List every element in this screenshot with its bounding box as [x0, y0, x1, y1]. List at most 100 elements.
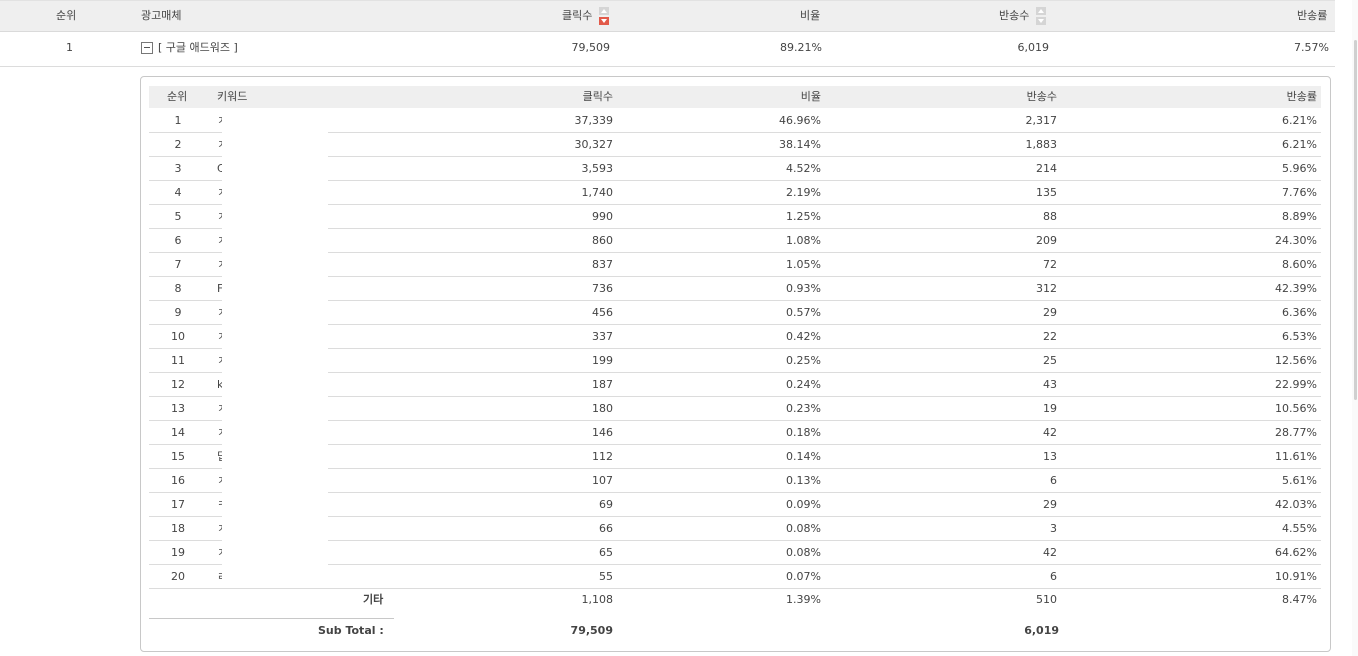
col-returns[interactable]: 반송수 — [999, 1, 1046, 31]
col-return-rate: 반송률 — [1297, 9, 1328, 22]
kw-rank: 15 — [171, 450, 185, 463]
kw-returns: 42 — [1043, 546, 1057, 559]
kw-rank: 19 — [171, 546, 185, 559]
kw-returns: 43 — [1043, 378, 1057, 391]
kw-clicks: 55 — [599, 570, 613, 583]
kw-col-rank: 순위 — [167, 90, 188, 103]
kw-ratio: 0.07% — [786, 570, 821, 583]
kw-return-rate: 6.36% — [1282, 306, 1317, 319]
col-ratio: 비율 — [800, 9, 821, 22]
sort-desc-icon[interactable] — [598, 6, 609, 26]
kw-ratio: 4.52% — [786, 162, 821, 175]
kw-returns: 13 — [1043, 450, 1057, 463]
kw-rank: 10 — [171, 330, 185, 343]
kw-ratio: 0.24% — [786, 378, 821, 391]
kw-returns: 6 — [1050, 570, 1057, 583]
subtotal-returns: 6,019 — [1024, 624, 1059, 637]
kw-return-rate: 6.21% — [1282, 114, 1317, 127]
kw-rank: 9 — [174, 306, 182, 319]
col-clicks[interactable]: 클릭수 — [562, 1, 609, 31]
kw-clicks: 66 — [599, 522, 613, 535]
kw-returns: 1,883 — [1025, 138, 1058, 151]
media-rank: 1 — [66, 41, 73, 54]
kw-returns: 29 — [1043, 306, 1057, 319]
col-media: 광고매체 — [141, 9, 182, 22]
kw-rank: 4 — [174, 186, 182, 199]
etc-rate: 8.47% — [1282, 593, 1317, 606]
kw-clicks: 990 — [592, 210, 613, 223]
kw-rank: 3 — [174, 162, 182, 175]
kw-col-returns: 반송수 — [1026, 90, 1057, 103]
kw-ratio: 0.57% — [786, 306, 821, 319]
kw-ratio: 0.14% — [786, 450, 821, 463]
kw-clicks: 337 — [592, 330, 613, 343]
etc-clicks: 1,108 — [581, 593, 614, 606]
kw-ratio: 0.23% — [786, 402, 821, 415]
media-returns: 6,019 — [1017, 41, 1050, 54]
kw-col-return-rate: 반송률 — [1286, 90, 1317, 103]
kw-clicks: 456 — [592, 306, 613, 319]
kw-ratio: 46.96% — [779, 114, 821, 127]
kw-return-rate: 8.89% — [1282, 210, 1317, 223]
media-return-rate: 7.57% — [1294, 41, 1329, 54]
kw-col-keyword: 키워드 — [217, 90, 248, 103]
kw-return-rate: 5.96% — [1282, 162, 1317, 175]
kw-return-rate: 24.30% — [1275, 234, 1317, 247]
media-row: 1 [ 구글 애드워즈 ] 79,509 89.21% 6,019 7.57% — [0, 32, 1335, 67]
kw-clicks: 37,339 — [574, 114, 614, 127]
kw-ratio: 2.19% — [786, 186, 821, 199]
kw-returns: 29 — [1043, 498, 1057, 511]
col-returns-label: 반송수 — [999, 9, 1030, 22]
kw-returns: 3 — [1050, 522, 1057, 535]
kw-clicks: 187 — [592, 378, 613, 391]
kw-return-rate: 6.21% — [1282, 138, 1317, 151]
kw-clicks: 112 — [592, 450, 613, 463]
kw-ratio: 0.93% — [786, 282, 821, 295]
kw-return-rate: 42.39% — [1275, 282, 1317, 295]
kw-rank: 12 — [171, 378, 185, 391]
kw-rank: 17 — [171, 498, 185, 511]
collapse-minus-icon[interactable] — [141, 42, 153, 54]
etc-ratio: 1.39% — [786, 593, 821, 606]
kw-returns: 19 — [1043, 402, 1057, 415]
kw-clicks: 69 — [599, 498, 613, 511]
kw-ratio: 38.14% — [779, 138, 821, 151]
redaction-mask — [222, 108, 328, 586]
kw-ratio: 1.08% — [786, 234, 821, 247]
etc-label: 기타 — [363, 593, 384, 606]
divider — [149, 618, 394, 619]
kw-return-rate: 6.53% — [1282, 330, 1317, 343]
kw-clicks: 107 — [592, 474, 613, 487]
kw-clicks: 837 — [592, 258, 613, 271]
kw-ratio: 0.08% — [786, 546, 821, 559]
kw-rank: 18 — [171, 522, 185, 535]
kw-rank: 13 — [171, 402, 185, 415]
kw-return-rate: 8.60% — [1282, 258, 1317, 271]
kw-rank: 2 — [174, 138, 182, 151]
kw-returns: 2,317 — [1025, 114, 1058, 127]
subtotal-label: Sub Total : — [318, 624, 384, 637]
kw-rank: 5 — [174, 210, 182, 223]
kw-return-rate: 28.77% — [1275, 426, 1317, 439]
kw-returns: 42 — [1043, 426, 1057, 439]
kw-clicks: 180 — [592, 402, 613, 415]
etc-returns: 510 — [1036, 593, 1057, 606]
scrollbar-thumb[interactable] — [1354, 40, 1357, 400]
subtotal-clicks: 79,509 — [570, 624, 613, 637]
kw-returns: 88 — [1043, 210, 1057, 223]
kw-clicks: 65 — [599, 546, 613, 559]
kw-col-clicks: 클릭수 — [582, 90, 613, 103]
kw-rank: 7 — [174, 258, 182, 271]
kw-ratio: 0.08% — [786, 522, 821, 535]
kw-return-rate: 4.55% — [1282, 522, 1317, 535]
kw-returns: 135 — [1036, 186, 1057, 199]
kw-rank: 6 — [174, 234, 182, 247]
keyword-table-header: 순위 키워드 클릭수 비율 반송수 반송률 — [149, 86, 1321, 108]
kw-return-rate: 64.62% — [1275, 546, 1317, 559]
sort-icon[interactable] — [1035, 6, 1046, 26]
subtotal-row: Sub Total : 79,509 6,019 — [149, 620, 1321, 644]
kw-clicks: 736 — [592, 282, 613, 295]
media-name[interactable]: [ 구글 애드워즈 ] — [158, 32, 238, 64]
kw-rank: 8 — [174, 282, 182, 295]
kw-returns: 312 — [1036, 282, 1057, 295]
